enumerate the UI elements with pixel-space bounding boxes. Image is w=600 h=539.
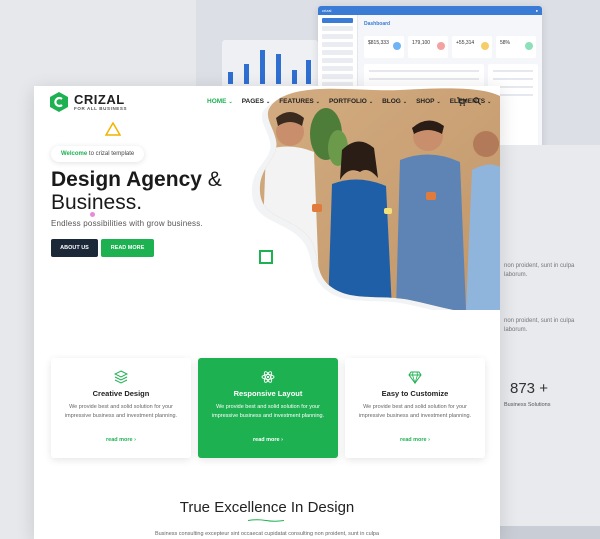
nav-item-shop[interactable]: SHOP ⌄ [416, 98, 441, 105]
background-text: non proident, sunt in culpa laborum. [504, 263, 575, 278]
template-preview: CRIZAL FOR ALL BUSINESS HOME ⌄ PAGES ⌄ FEA… [34, 86, 500, 539]
crizal-logo-icon [50, 92, 68, 112]
background-footer [500, 526, 600, 539]
decorative-square [259, 250, 273, 264]
background-card-right [500, 145, 600, 539]
section-text: Business consulting excepteur sint occae… [154, 531, 380, 537]
dashboard-stat: +55,314 [456, 40, 475, 46]
decorative-triangle-icon [105, 122, 121, 136]
read-more-link[interactable]: read more › [198, 437, 338, 443]
brand-name: CRIZAL [74, 92, 125, 107]
read-more-button[interactable]: READ MORE [101, 239, 154, 257]
nav-item-pages[interactable]: PAGES ⌄ [242, 98, 270, 105]
dashboard-title: Dashboard [364, 21, 391, 27]
welcome-badge: Welcome to crizal template [51, 146, 145, 162]
decorative-dot [90, 212, 95, 217]
top-navbar: CRIZAL FOR ALL BUSINESS HOME ⌄ PAGES ⌄ FEA… [34, 86, 500, 118]
search-icon[interactable] [473, 97, 481, 105]
dashboard-stat: $815,333 [368, 40, 389, 46]
feature-card-easy-to-customize: Easy to Customize We provide best and so… [345, 358, 485, 458]
feature-description: We provide best and solid solution for y… [358, 404, 472, 419]
atom-icon [261, 371, 275, 383]
hero-title: Design Agency & Business. [51, 168, 222, 214]
hero-team-photo [251, 88, 500, 310]
background-bar-chart [222, 40, 318, 90]
about-us-button[interactable]: ABOUT US [51, 239, 98, 257]
background-text: non proident, sunt in culpa laborum. [504, 318, 575, 333]
brand-tagline: FOR ALL BUSINESS [74, 106, 128, 111]
read-more-link[interactable]: read more › [345, 437, 485, 443]
dashboard-stat: 179,100 [412, 40, 431, 46]
section-underline [248, 519, 284, 522]
hero-subtitle: Endless possibilities with grow business… [51, 219, 203, 228]
nav-item-blog[interactable]: BLOG ⌄ [382, 98, 407, 105]
section-title: True Excellence In Design [179, 499, 355, 516]
feature-title: Easy to Customize [381, 389, 449, 398]
diamond-icon [408, 371, 422, 384]
nav-item-elements[interactable]: ELEMENTS ⌄ [450, 98, 492, 105]
nav-item-portfolio[interactable]: PORTFOLIO ⌄ [329, 98, 373, 105]
feature-description: We provide best and solid solution for y… [211, 404, 325, 419]
background-stat-number: 873 + [510, 380, 548, 397]
dashboard-stat: 58% [500, 40, 511, 46]
nav-item-home[interactable]: HOME ⌄ [207, 98, 233, 105]
read-more-link[interactable]: read more › [51, 437, 191, 443]
feature-title: Creative Design [92, 389, 150, 398]
feature-description: We provide best and solid solution for y… [64, 404, 178, 419]
cart-icon[interactable] [457, 97, 466, 106]
nav-item-features[interactable]: FEATURES ⌄ [279, 98, 320, 105]
layers-icon [114, 370, 128, 384]
brand-logo[interactable]: CRIZAL FOR ALL BUSINESS [50, 92, 127, 112]
feature-card-responsive-layout: Responsive Layout We provide best and so… [198, 358, 338, 458]
feature-card-creative-design: Creative Design We provide best and soli… [51, 358, 191, 458]
feature-title: Responsive Layout [233, 389, 303, 398]
background-stat-label: Business Solutions [504, 402, 551, 408]
